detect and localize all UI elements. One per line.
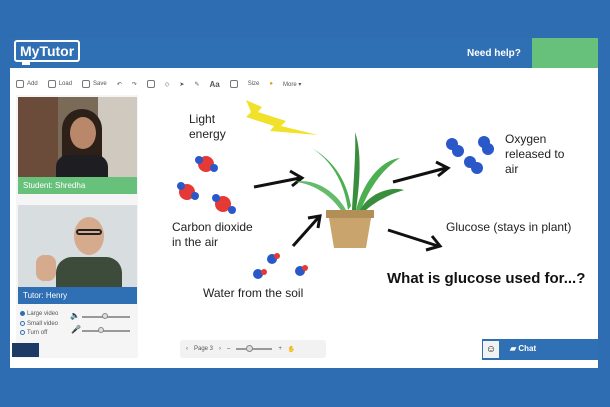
whiteboard-drawing [177, 100, 494, 279]
lightning-bolt [246, 100, 318, 135]
co2-text: Carbon dioxide in the air [172, 220, 253, 249]
water-text: Water from the soil [203, 286, 304, 300]
oxygen-text: Oxygen released to air [505, 132, 565, 176]
question-text: What is glucose used for...? [387, 270, 586, 287]
light-energy-text: Light energy [189, 112, 226, 141]
glucose-text: Glucose (stays in plant) [446, 220, 572, 234]
plant [296, 132, 404, 212]
